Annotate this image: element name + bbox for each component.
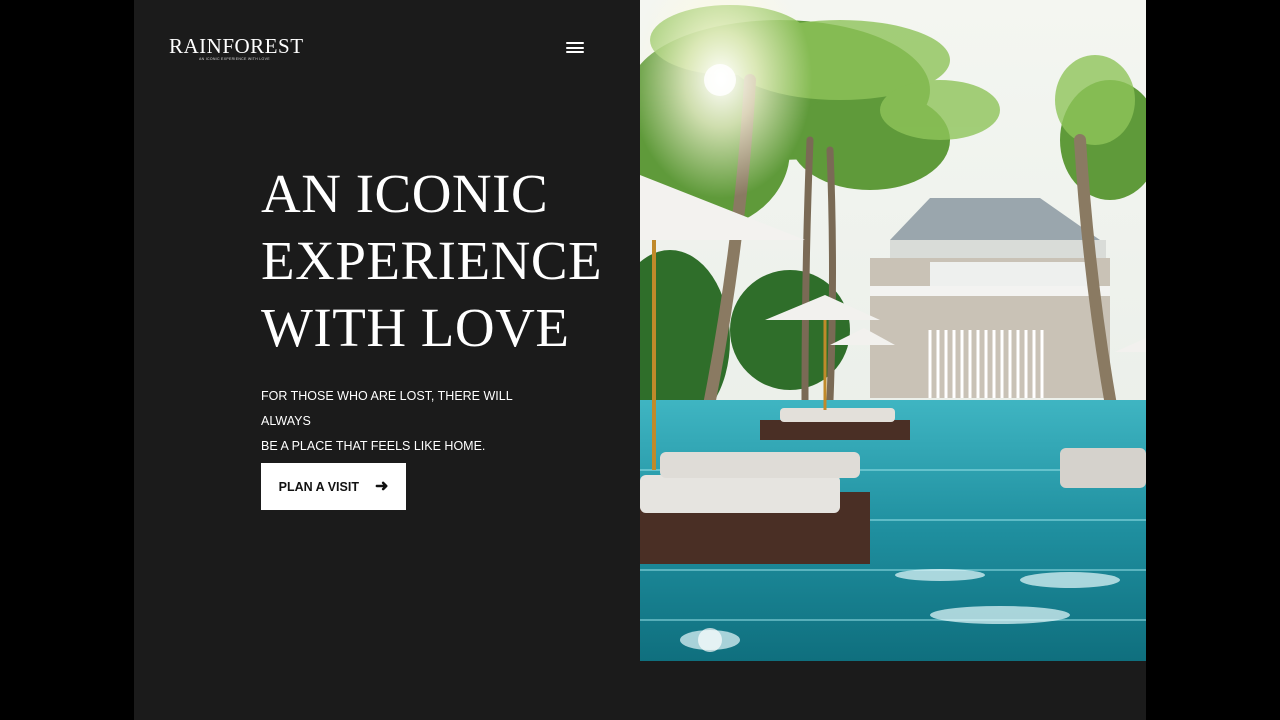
hero-image <box>640 0 1146 661</box>
hero-headline: AN ICONIC EXPERIENCE WITH LOVE <box>261 160 602 361</box>
landing-page: RAINFOREST AN ICONIC EXPERIENCE WITH LOV… <box>134 0 1146 720</box>
menu-line <box>566 42 584 44</box>
plan-a-visit-button[interactable]: PLAN A VISIT ➜ <box>261 463 406 510</box>
cta-label: PLAN A VISIT <box>278 479 359 494</box>
hero-subtext: FOR THOSE WHO ARE LOST, THERE WILL ALWAY… <box>261 384 561 459</box>
resort-pool-illustration <box>640 0 1146 661</box>
menu-line <box>566 46 584 49</box>
hamburger-menu-icon[interactable] <box>566 42 584 55</box>
headline-line: WITH LOVE <box>261 297 570 358</box>
brand-logo[interactable]: RAINFOREST AN ICONIC EXPERIENCE WITH LOV… <box>169 34 304 62</box>
headline-line: AN ICONIC <box>261 163 549 224</box>
arrow-right-icon: ➜ <box>374 477 389 495</box>
logo-tagline: AN ICONIC EXPERIENCE WITH LOVE <box>199 57 270 61</box>
subtext-line: FOR THOSE WHO ARE LOST, THERE WILL ALWAY… <box>261 389 513 428</box>
headline-line: EXPERIENCE <box>261 230 603 291</box>
subtext-line: BE A PLACE THAT FEELS LIKE HOME. <box>261 439 486 453</box>
menu-line <box>566 51 584 53</box>
logo-wordmark: RAINFOREST <box>169 34 304 58</box>
